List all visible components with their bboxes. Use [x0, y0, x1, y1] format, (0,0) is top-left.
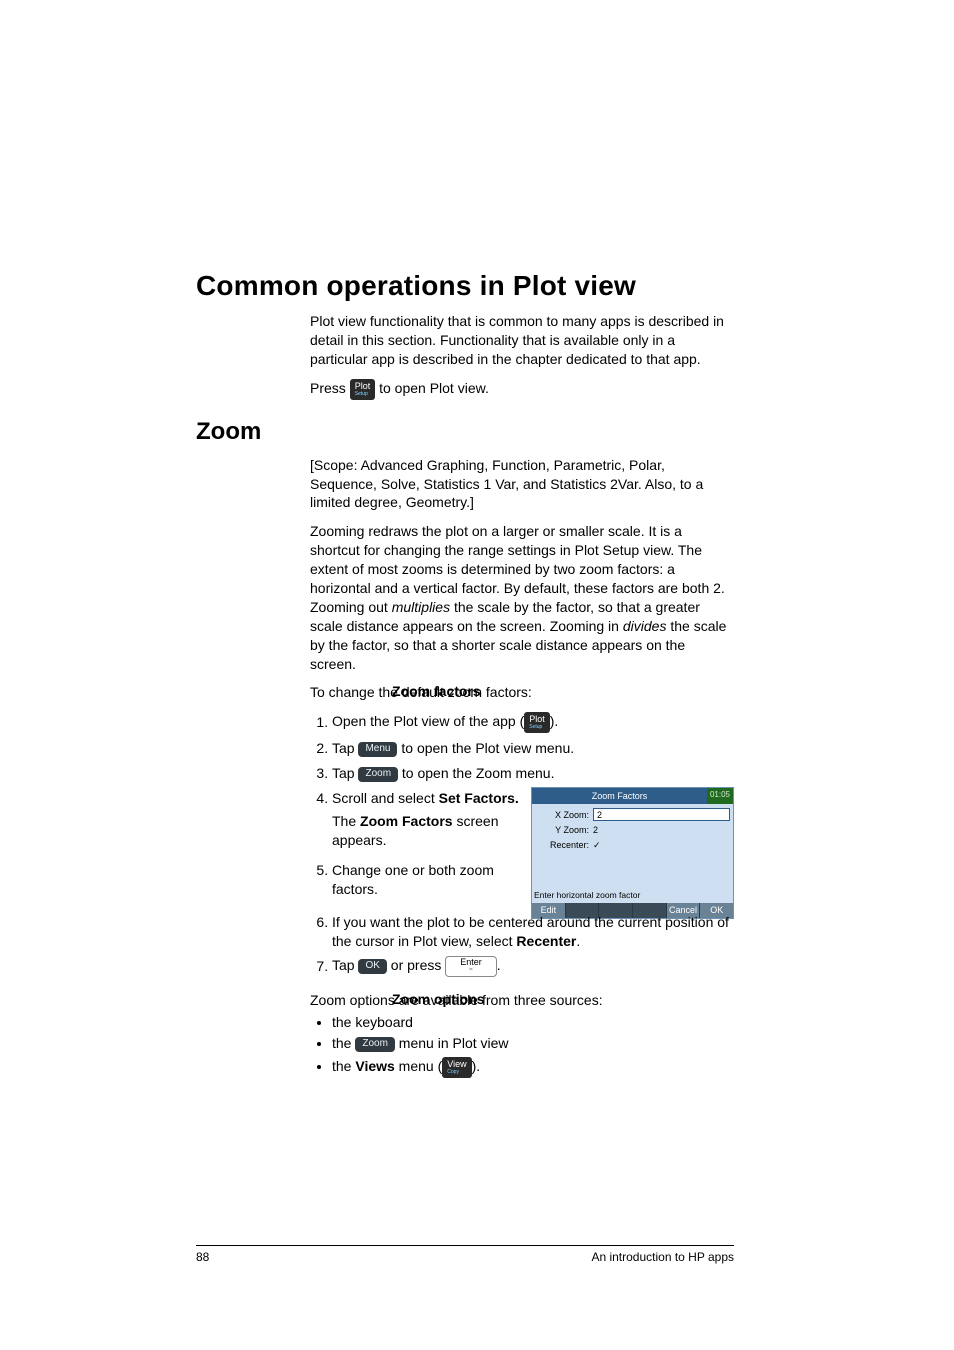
calc-helpline: Enter horizontal zoom factor: [532, 890, 733, 902]
page-number: 88: [196, 1250, 209, 1264]
calc-body: X Zoom: 2 Y Zoom: 2 Recenter: ✓: [532, 804, 733, 890]
xzoom-field[interactable]: 2: [593, 808, 730, 821]
heading-common-ops: Common operations in Plot view: [196, 270, 734, 302]
enter-key-icon: Enter≈: [445, 956, 497, 977]
text: to open Plot view.: [379, 380, 489, 396]
zo-keyboard: the keyboard: [332, 1014, 734, 1030]
step-6: If you want the plot to be centered arou…: [332, 913, 734, 951]
menu-softkey: Menu: [358, 742, 397, 757]
zf-intro: To change the default zoom factors:: [310, 683, 734, 702]
zo-zoom-menu: the Zoom menu in Plot view: [332, 1035, 734, 1052]
zoom-softkey: Zoom: [358, 767, 398, 782]
ok-softkey: OK: [358, 959, 386, 974]
yzoom-label: Y Zoom:: [535, 824, 593, 836]
sidehead-zoom-options: Zoom options: [392, 991, 492, 1007]
calc-time: 01:05: [707, 788, 733, 804]
step-1: Open the Plot view of the app (PlotSetup…: [332, 712, 734, 733]
zoom-options-list: the keyboard the Zoom menu in Plot view …: [310, 1014, 734, 1078]
footer-title: An introduction to HP apps: [591, 1250, 734, 1264]
step-2: Tap Menu to open the Plot view menu.: [332, 739, 734, 758]
zo-views-menu: the Views menu (ViewCopy).: [332, 1057, 734, 1078]
page-footer: 88 An introduction to HP apps: [196, 1245, 734, 1264]
sidehead-zoom-factors: Zoom factors: [392, 683, 492, 699]
calc-title: Zoom Factors: [532, 788, 707, 804]
plot-key-icon: PlotSetup: [524, 712, 550, 733]
zoom-softkey: Zoom: [355, 1037, 395, 1052]
zoom-scope: [Scope: Advanced Graphing, Function, Par…: [310, 456, 734, 513]
step-7: Tap OK or press Enter≈.: [332, 956, 734, 977]
recenter-value: ✓: [593, 839, 730, 851]
step-5: Change one or both zoom factors.: [332, 861, 522, 899]
zoom-description: Zooming redraws the plot on a larger or …: [310, 522, 734, 673]
zoom-factors-block: To change the default zoom factors: Open…: [310, 683, 734, 977]
zoom-factors-steps: Open the Plot view of the app (PlotSetup…: [310, 712, 734, 977]
recenter-label: Recenter:: [535, 839, 593, 851]
page: Common operations in Plot view Plot view…: [0, 0, 954, 1350]
press-plot-line: Press PlotSetup to open Plot view.: [310, 379, 734, 400]
xzoom-label: X Zoom:: [535, 809, 593, 821]
zoom-intro-block: [Scope: Advanced Graphing, Function, Par…: [310, 456, 734, 674]
intro-paragraph: Plot view functionality that is common t…: [310, 312, 734, 369]
calc-titlebar: Zoom Factors 01:05: [532, 788, 733, 804]
view-key-icon: ViewCopy: [442, 1057, 471, 1078]
zoom-factors-screenshot: Zoom Factors 01:05 X Zoom: 2 Y Zoom:: [531, 787, 734, 919]
step-3: Tap Zoom to open the Zoom menu.: [332, 764, 734, 783]
intro-block: Plot view functionality that is common t…: [310, 312, 734, 400]
heading-zoom: Zoom: [196, 418, 734, 446]
text: Press: [310, 380, 350, 396]
zo-intro: Zoom options are available from three so…: [310, 991, 734, 1010]
step-4: Scroll and select Set Factors. The Zoom …: [332, 789, 734, 919]
plot-key-icon: PlotSetup: [350, 379, 376, 400]
yzoom-value: 2: [593, 824, 730, 836]
zoom-options-block: Zoom options are available from three so…: [310, 991, 734, 1078]
